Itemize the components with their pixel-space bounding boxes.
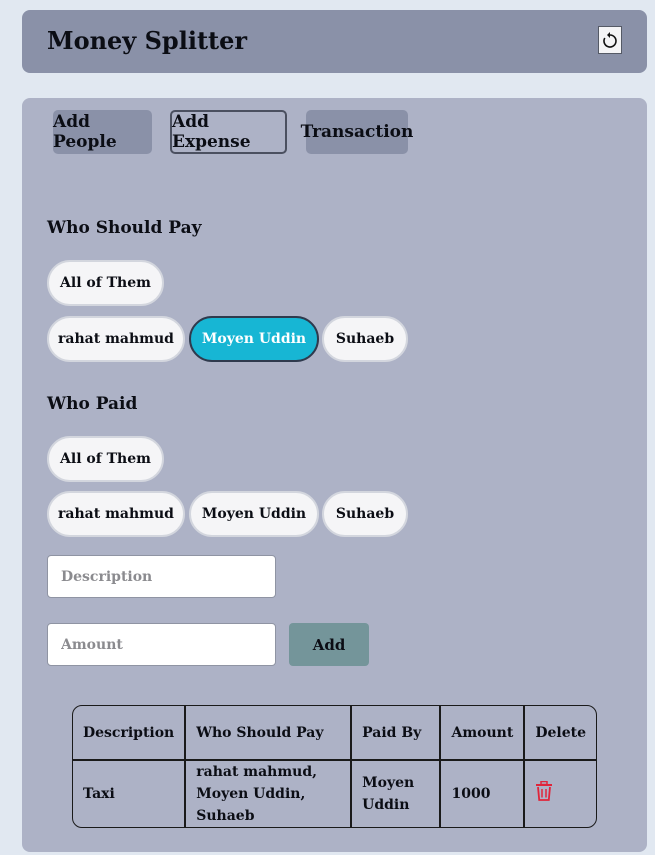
tab-add-expense[interactable]: Add Expense — [170, 110, 287, 154]
table-header-row: Description Who Should Pay Paid By Amoun… — [73, 706, 596, 761]
app-title: Money Splitter — [47, 26, 248, 55]
should-pay-person-rahat[interactable]: rahat mahmud — [47, 316, 185, 362]
add-expense-button[interactable]: Add — [289, 623, 369, 666]
paid-person-moyen[interactable]: Moyen Uddin — [189, 491, 319, 537]
should-pay-person-moyen[interactable]: Moyen Uddin — [189, 316, 319, 362]
cell-paid-by: Moyen Uddin — [352, 761, 442, 827]
paid-person-rahat[interactable]: rahat mahmud — [47, 491, 185, 537]
cell-description: Taxi — [73, 761, 187, 827]
should-pay-person-suhaeb[interactable]: Suhaeb — [322, 316, 408, 362]
tab-add-people[interactable]: Add People — [53, 110, 152, 154]
reset-button[interactable] — [598, 26, 622, 54]
column-header-who-should-pay: Who Should Pay — [186, 706, 353, 761]
refresh-icon — [603, 32, 617, 48]
column-header-description: Description — [73, 706, 187, 761]
should-pay-all-button[interactable]: All of Them — [47, 260, 164, 306]
paid-all-button[interactable]: All of Them — [47, 436, 164, 482]
cell-delete — [525, 761, 596, 827]
app-header: Money Splitter — [22, 10, 647, 73]
column-header-amount: Amount — [441, 706, 526, 761]
column-header-paid-by: Paid By — [352, 706, 442, 761]
who-paid-title: Who Paid — [47, 394, 138, 414]
cell-amount: 1000 — [441, 761, 526, 827]
cell-who-should-pay: rahat mahmud, Moyen Uddin, Suhaeb — [186, 761, 353, 827]
trash-icon — [536, 780, 553, 801]
table-row: Taxi rahat mahmud, Moyen Uddin, Suhaeb M… — [73, 761, 596, 827]
delete-button[interactable] — [535, 780, 553, 808]
amount-input[interactable] — [47, 623, 276, 666]
column-header-delete: Delete — [525, 706, 596, 761]
description-input[interactable] — [47, 555, 276, 598]
who-should-pay-title: Who Should Pay — [47, 218, 202, 238]
main-panel: Add People Add Expense Transaction Who S… — [22, 98, 647, 852]
expense-table: Description Who Should Pay Paid By Amoun… — [72, 705, 597, 828]
paid-person-suhaeb[interactable]: Suhaeb — [322, 491, 408, 537]
tab-transaction[interactable]: Transaction — [301, 110, 413, 154]
